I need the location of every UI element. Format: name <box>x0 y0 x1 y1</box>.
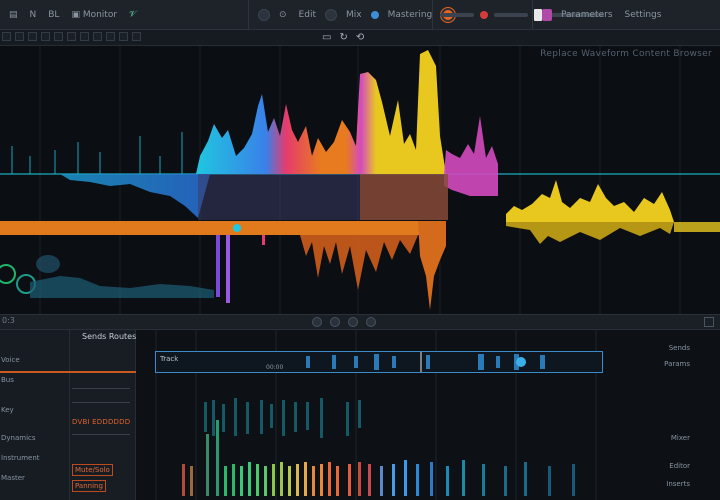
tool-icon[interactable] <box>132 32 141 41</box>
monitor-button[interactable]: ▣ Monitor <box>68 9 120 22</box>
side-label[interactable]: Params <box>664 360 690 368</box>
tool-icon[interactable] <box>54 32 63 41</box>
tool-icon[interactable] <box>93 32 102 41</box>
tool-icon[interactable] <box>67 32 76 41</box>
stop-icon[interactable] <box>348 317 358 327</box>
tool-icon[interactable] <box>2 32 11 41</box>
daw-window: ▤ N BL ▣ Monitor 𝓥 ⊙ Edit Mix Mastering <box>0 0 720 500</box>
play-icon[interactable] <box>330 317 340 327</box>
expand-icon[interactable] <box>704 317 714 327</box>
top-toolbar: ▤ N BL ▣ Monitor 𝓥 ⊙ Edit Mix Mastering <box>0 0 720 30</box>
mute-solo-button[interactable]: Mute/Solo <box>72 464 113 476</box>
toolbar-divider <box>248 0 249 30</box>
input-monitor-icon[interactable] <box>370 11 379 19</box>
waveform-graphic <box>0 46 720 314</box>
record-arm-icon[interactable] <box>258 9 270 21</box>
settings-button[interactable]: Settings <box>622 9 665 22</box>
panel-header: Sends Routes <box>82 332 137 341</box>
tool-icon[interactable] <box>41 32 50 41</box>
clip-waveform <box>306 352 545 372</box>
toolbar-center-group: ⊙ Edit Mix Mastering <box>252 0 461 30</box>
channel-label: DVBI EDDDDDD <box>72 418 131 426</box>
next-icon[interactable] <box>366 317 376 327</box>
panning-button[interactable]: Panning <box>72 480 106 492</box>
parameters-button[interactable]: Parameters <box>558 9 616 22</box>
tool-icon[interactable] <box>28 32 37 41</box>
volume-slider[interactable] <box>440 13 474 17</box>
mastering-button[interactable]: Mastering <box>385 9 436 22</box>
track-label[interactable]: Instrument <box>1 454 40 462</box>
menu-icon[interactable]: ▤ <box>6 9 21 22</box>
track-label[interactable]: Master <box>1 474 25 482</box>
mixer-panel: Voice Bus Key Dynamics Instrument Master… <box>0 330 720 500</box>
redo-icon[interactable]: ↻ <box>339 31 347 44</box>
pan-slider[interactable] <box>494 13 528 17</box>
transport-bar: 0:3 <box>0 314 720 330</box>
side-label[interactable]: Editor <box>669 462 690 470</box>
side-label[interactable]: Inserts <box>666 480 690 488</box>
secondary-toolbar: ▭ ↻ ⟲ <box>0 30 720 46</box>
divider <box>72 388 130 389</box>
tool-icon[interactable] <box>15 32 24 41</box>
watermark-text: Replace Waveform Content Browser <box>540 49 712 59</box>
previous-icon[interactable] <box>312 317 322 327</box>
view-controls: ▭ ↻ ⟲ <box>322 31 364 44</box>
side-label[interactable]: Sends <box>669 344 690 352</box>
toolbar-divider <box>432 0 433 30</box>
tool-icon[interactable] <box>106 32 115 41</box>
zoom-icon[interactable]: 𝓥 <box>126 9 140 22</box>
toolbar-far-right: Parameters Settings <box>536 0 670 30</box>
tool-icon[interactable] <box>80 32 89 41</box>
toolbar-left-group: ▤ N BL ▣ Monitor 𝓥 <box>0 0 146 30</box>
track-label[interactable]: Dynamics <box>1 434 36 442</box>
transport-controls <box>312 317 376 327</box>
time-readout: 0:3 <box>2 316 15 325</box>
toolbar-divider <box>532 0 533 30</box>
cycle-icon[interactable] <box>324 9 337 21</box>
waveform-display[interactable]: Replace Waveform Content Browser <box>0 46 720 314</box>
track-label[interactable]: Key <box>1 406 14 414</box>
mix-button[interactable]: Mix <box>343 9 365 22</box>
track-label[interactable]: Voice <box>1 356 20 364</box>
clip-label: Track <box>160 355 179 363</box>
divider <box>72 402 130 403</box>
undo-icon[interactable]: ⟲ <box>356 31 364 44</box>
clip-time: 00:00 <box>266 364 284 371</box>
sequence-clip[interactable]: Track 00:00 <box>155 351 603 373</box>
track-label[interactable]: Bus <box>1 376 14 384</box>
new-button[interactable]: N <box>27 9 40 22</box>
browser-button[interactable]: BL <box>45 9 62 22</box>
edit-button[interactable]: Edit <box>296 9 319 22</box>
plugin-icon[interactable] <box>542 9 552 21</box>
side-label[interactable]: Mixer <box>671 434 690 442</box>
track-list: Voice Bus Key Dynamics Instrument Master <box>0 330 70 500</box>
divider <box>72 434 130 435</box>
window-icon[interactable]: ▭ <box>322 31 331 44</box>
tool-icon[interactable] <box>119 32 128 41</box>
loop-button[interactable]: ⊙ <box>276 9 290 22</box>
track-type-icons <box>2 32 141 41</box>
clip-indicator-icon <box>480 11 488 19</box>
